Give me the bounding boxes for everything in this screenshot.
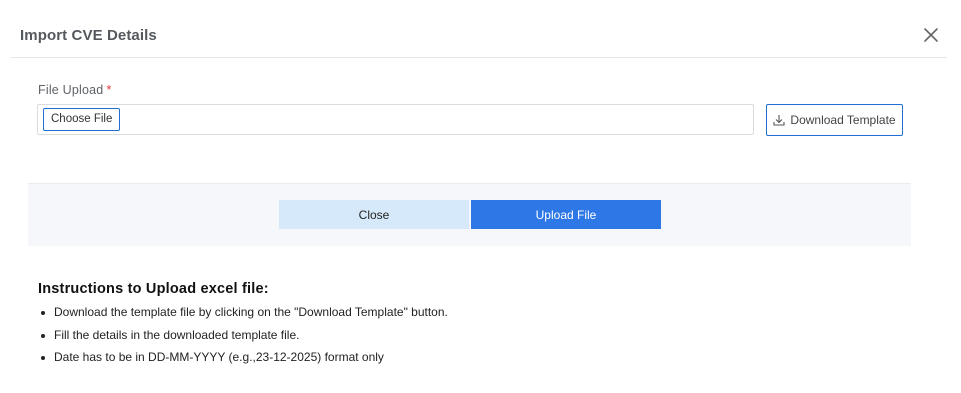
file-upload-input[interactable]: Choose File [37, 104, 754, 135]
instructions-title: Instructions to Upload excel file: [38, 281, 269, 297]
choose-file-button[interactable]: Choose File [43, 108, 121, 131]
dialog-title: Import CVE Details [20, 27, 157, 44]
instructions-list: Download the template file by clicking o… [38, 305, 448, 373]
dialog-actions-bar [28, 183, 911, 246]
close-button[interactable]: Close [279, 200, 469, 229]
import-cve-dialog: Import CVE Details File Upload * Choose F… [0, 0, 961, 393]
required-marker: * [106, 83, 112, 97]
download-template-label: Download Template [790, 113, 896, 127]
instruction-item: Date has to be in DD-MM-YYYY (e.g.,23-12… [38, 350, 448, 373]
instruction-item: Download the template file by clicking o… [38, 305, 448, 328]
download-icon [773, 115, 785, 126]
file-upload-label-text: File Upload [38, 83, 104, 97]
upload-file-button[interactable]: Upload File [471, 200, 661, 229]
instruction-item: Fill the details in the downloaded templ… [38, 328, 448, 351]
dialog-header: Import CVE Details [10, 0, 947, 58]
close-icon[interactable] [920, 24, 942, 46]
file-upload-label: File Upload * [38, 83, 112, 97]
download-template-button[interactable]: Download Template [766, 104, 903, 136]
